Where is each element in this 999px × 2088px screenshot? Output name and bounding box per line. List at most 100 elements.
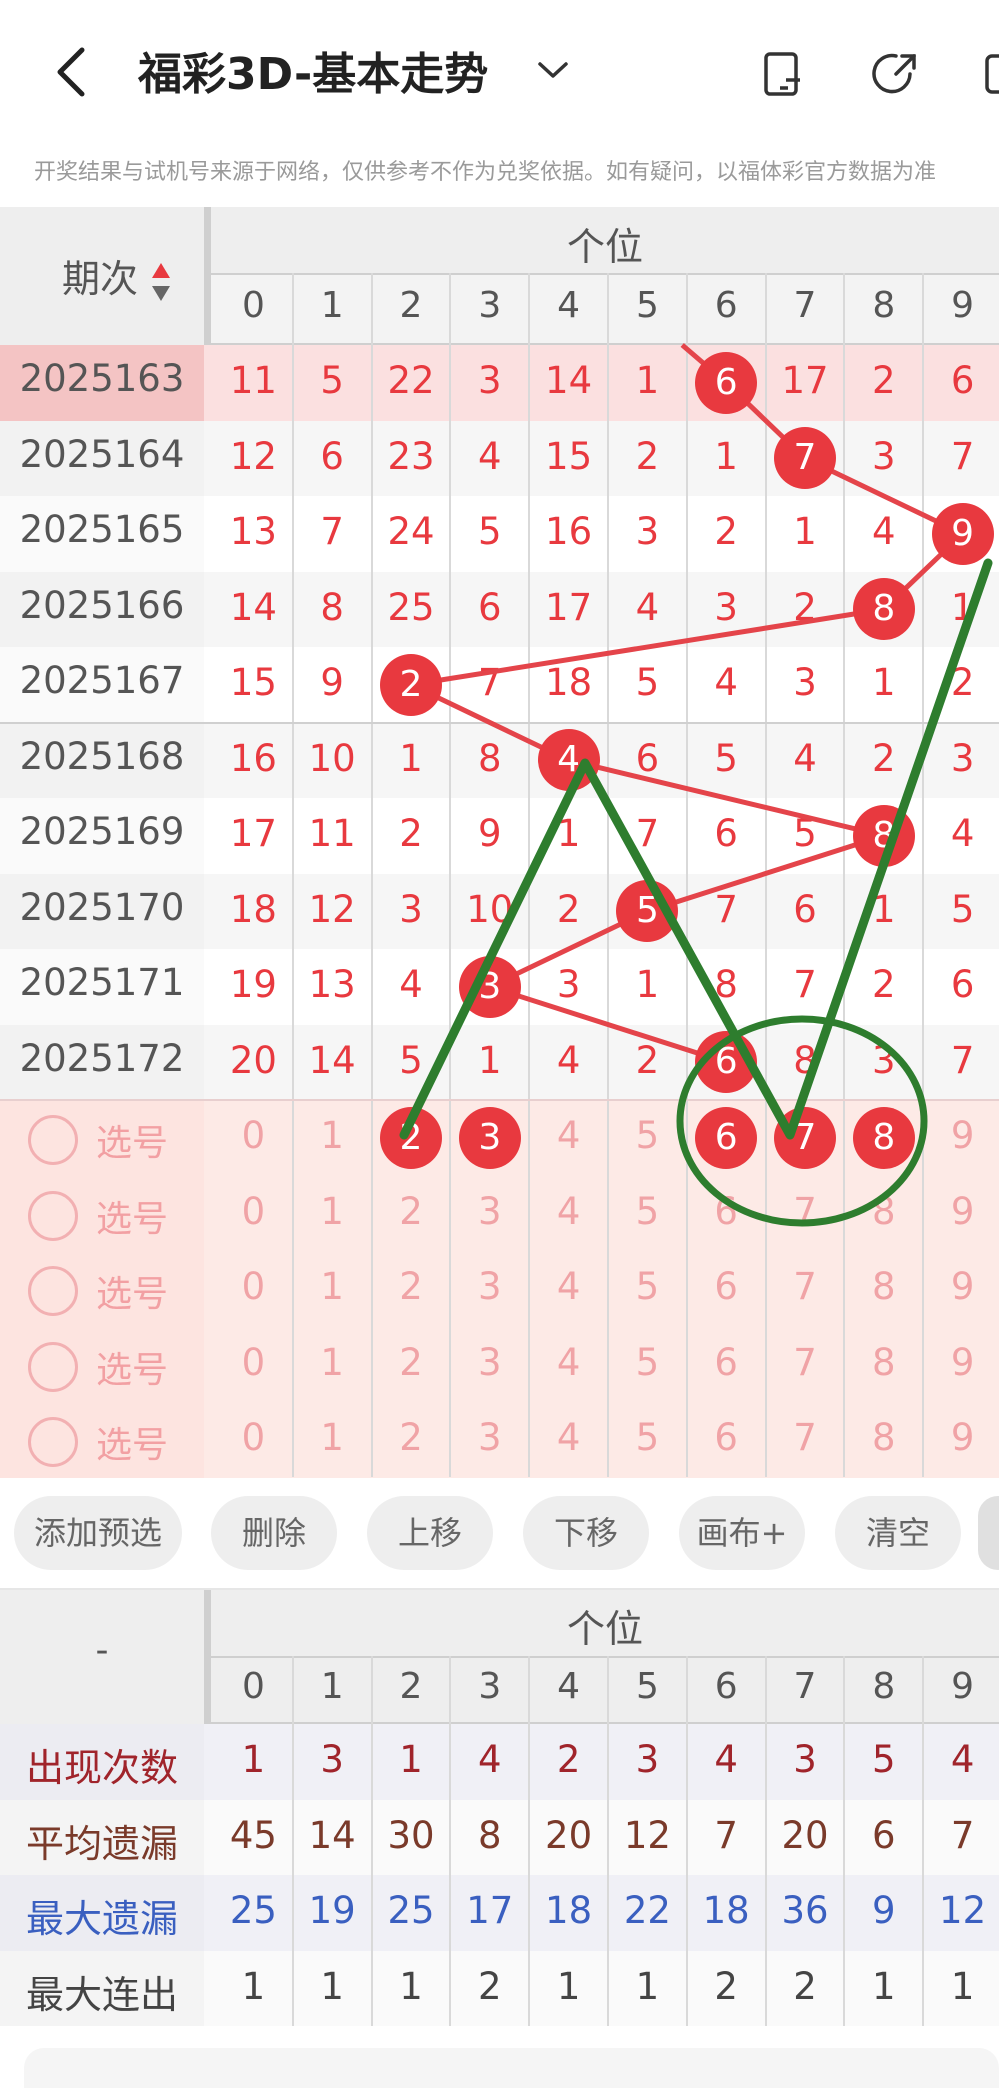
omission-value: 12 [229, 434, 277, 478]
pick-digit[interactable]: 9 [923, 1341, 999, 1384]
omission-value: 17 [781, 359, 829, 402]
pick-digit[interactable]: 2 [372, 1190, 451, 1233]
pick-digit[interactable]: 5 [608, 1265, 687, 1308]
pick-digit[interactable]: 1 [293, 1416, 372, 1459]
selected-pick-ball[interactable]: 3 [458, 1106, 521, 1169]
pick-label[interactable]: 选号 [96, 1190, 168, 1242]
stats-value: 36 [781, 1889, 829, 1932]
pick-radio[interactable] [28, 1115, 78, 1165]
pick-digit[interactable]: 4 [529, 1114, 608, 1157]
pick-digit[interactable]: 4 [529, 1341, 608, 1384]
pick-digit[interactable]: 9 [923, 1265, 999, 1308]
pick-digit[interactable]: 1 [293, 1190, 372, 1233]
omission-value: 4 [950, 812, 975, 855]
pick-digit[interactable]: 0 [214, 1341, 293, 1384]
pick-digit[interactable]: 2 [372, 1341, 451, 1384]
pick-digit[interactable]: 1 [293, 1265, 372, 1308]
pick-radio[interactable] [28, 1190, 78, 1241]
toolbar-more-button[interactable] [978, 1496, 999, 1570]
pick-digit[interactable]: 3 [450, 1341, 529, 1384]
pick-digit[interactable]: 0 [214, 1190, 293, 1233]
omission-value: 2 [714, 510, 738, 553]
toolbar-button[interactable]: 添加预选 [14, 1496, 182, 1570]
pick-digit[interactable]: 4 [529, 1416, 608, 1459]
omission-value: 7 [950, 1038, 975, 1082]
pick-digit[interactable]: 6 [687, 1190, 766, 1233]
issue-number: 2025169 [19, 810, 185, 853]
screen-icon[interactable] [984, 50, 999, 98]
selected-pick-ball[interactable]: 7 [774, 1106, 836, 1169]
stats-value: 8 [478, 1813, 502, 1857]
pick-digit[interactable]: 1 [293, 1114, 372, 1157]
pick-digit[interactable]: 5 [608, 1190, 687, 1233]
pick-digit[interactable]: 3 [450, 1416, 529, 1459]
pick-digit[interactable]: 3 [450, 1190, 529, 1233]
chevron-left-icon[interactable] [48, 44, 92, 100]
pick-digit[interactable]: 2 [372, 1416, 451, 1459]
pick-label[interactable]: 选号 [96, 1114, 168, 1166]
pick-digit[interactable]: 7 [766, 1416, 845, 1459]
pick-digit[interactable]: 9 [923, 1416, 999, 1459]
toolbar-button[interactable]: 上移 [367, 1496, 493, 1570]
pick-digit[interactable]: 6 [687, 1265, 766, 1308]
pick-radio[interactable] [28, 1266, 78, 1316]
stats-value: 1 [872, 1964, 896, 2008]
selected-pick-ball[interactable]: 2 [380, 1106, 442, 1169]
pick-digit[interactable]: 5 [608, 1416, 687, 1459]
pick-digit[interactable]: 6 [687, 1416, 766, 1459]
selected-pick-ball[interactable]: 8 [852, 1106, 915, 1169]
selected-pick-ball[interactable]: 6 [695, 1106, 758, 1169]
chevron-down-icon[interactable] [536, 58, 570, 82]
omission-value: 11 [308, 812, 356, 855]
pick-digit[interactable]: 9 [923, 1114, 999, 1157]
issue-header[interactable]: 期次 [62, 248, 172, 303]
pick-digit[interactable]: 3 [450, 1265, 529, 1308]
phone-icon[interactable] [760, 50, 808, 98]
page-title[interactable]: 福彩3D-基本走势 [138, 38, 488, 102]
digit-header-cell: 6 [714, 285, 738, 326]
pick-radio[interactable] [28, 1341, 78, 1392]
pick-digit[interactable]: 8 [844, 1265, 923, 1308]
pick-digit[interactable]: 7 [766, 1190, 845, 1233]
pick-digit[interactable]: 4 [529, 1265, 608, 1308]
pick-digit[interactable]: 7 [766, 1341, 845, 1384]
stats-digit-header-cell: 7 [793, 1666, 817, 1707]
pick-digit[interactable]: 0 [214, 1265, 293, 1308]
issue-number: 2025167 [19, 659, 185, 702]
stats-digit-header-cell: 3 [478, 1666, 502, 1707]
omission-value: 1 [399, 736, 423, 780]
pick-digit[interactable]: 8 [844, 1416, 923, 1459]
pick-label[interactable]: 选号 [96, 1341, 168, 1393]
pick-digit[interactable]: 9 [923, 1190, 999, 1233]
stats-value: 5 [872, 1738, 896, 1781]
stats-row: 出现次数 1 3 1 4 2 3 4 3 5 4 [0, 1724, 999, 1800]
toolbar-button[interactable]: 画布+ [679, 1496, 805, 1570]
pick-digit[interactable]: 4 [529, 1190, 608, 1233]
pick-digit[interactable]: 0 [214, 1416, 293, 1459]
pick-digit[interactable]: 8 [844, 1190, 923, 1233]
pick-label[interactable]: 选号 [96, 1416, 168, 1468]
pick-digit[interactable]: 6 [687, 1341, 766, 1384]
pick-digit[interactable]: 1 [293, 1341, 372, 1384]
pick-digit[interactable]: 5 [608, 1341, 687, 1384]
pick-radio[interactable] [28, 1417, 78, 1467]
toolbar-button[interactable]: 下移 [523, 1496, 649, 1570]
omission-value: 20 [229, 1038, 277, 1082]
toolbar-button[interactable]: 清空 [835, 1496, 961, 1570]
digit-header-cell: 0 [241, 285, 265, 326]
omission-value: 18 [229, 887, 277, 931]
share-icon[interactable] [870, 48, 922, 100]
omission-value: 3 [399, 887, 423, 931]
stats-row: 最大遗漏 25 19 25 17 18 22 18 36 9 12 [0, 1875, 999, 1951]
omission-value: 18 [545, 661, 593, 704]
toolbar-button[interactable]: 删除 [211, 1496, 337, 1570]
pick-label[interactable]: 选号 [96, 1265, 168, 1317]
pick-digit[interactable]: 7 [766, 1265, 845, 1308]
sort-icon[interactable] [150, 261, 172, 303]
pick-digit[interactable]: 2 [372, 1265, 451, 1308]
pick-digit[interactable]: 5 [608, 1114, 687, 1157]
pick-digit[interactable]: 0 [214, 1114, 293, 1157]
stats-digit-header-cell: 9 [951, 1666, 975, 1707]
omission-value: 4 [478, 434, 502, 478]
pick-digit[interactable]: 8 [844, 1341, 923, 1384]
